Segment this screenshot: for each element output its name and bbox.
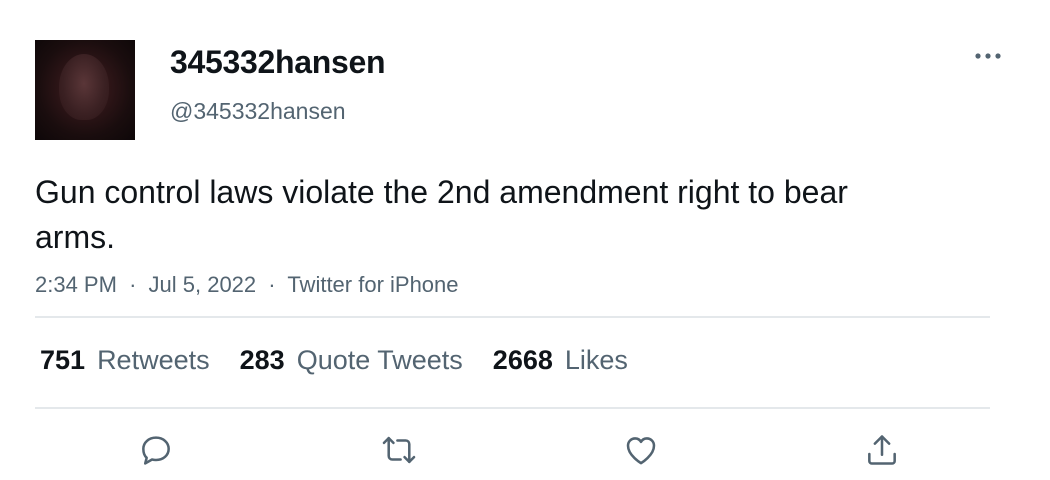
meta-separator: · [129,272,137,297]
author-handle[interactable]: @345332hansen [170,96,346,126]
avatar[interactable] [35,40,135,140]
like-button[interactable] [621,430,661,470]
likes-count: 2668 [492,344,553,375]
quote-tweets-stat[interactable]: 283 Quote Tweets [240,345,463,376]
retweets-label: Retweets [97,344,210,375]
quote-tweets-label: Quote Tweets [296,344,463,375]
tweet-card: 345332hansen @345332hansen Gun control l… [0,0,1050,480]
heart-icon [626,437,656,465]
meta-separator: · [268,272,276,297]
author-display-name[interactable]: 345332hansen [170,42,386,82]
divider-top [35,316,990,318]
tweet-source[interactable]: Twitter for iPhone [287,272,458,297]
retweet-icon [382,436,416,464]
tweet-time[interactable]: 2:34 PM [35,272,117,297]
retweets-stat[interactable]: 751 Retweets [40,345,210,376]
likes-label: Likes [564,344,628,375]
tweet-metadata: 2:34 PM · Jul 5, 2022 · Twitter for iPho… [35,270,459,300]
avatar-photo [59,54,109,120]
more-options-button[interactable] [972,44,1004,68]
divider-bottom [35,407,990,409]
share-icon [868,435,896,465]
reply-icon [142,436,170,465]
more-horizontal-icon [975,53,1001,59]
engagement-stats: 751 Retweets 283 Quote Tweets 2668 Likes [40,342,658,378]
share-button[interactable] [862,430,902,470]
likes-stat[interactable]: 2668 Likes [493,345,628,376]
tweet-text: Gun control laws violate the 2nd amendme… [35,174,848,255]
tweet-date[interactable]: Jul 5, 2022 [149,272,257,297]
reply-button[interactable] [136,430,176,470]
retweet-button[interactable] [379,430,419,470]
quote-tweets-count: 283 [239,344,285,375]
retweets-count: 751 [40,344,86,375]
